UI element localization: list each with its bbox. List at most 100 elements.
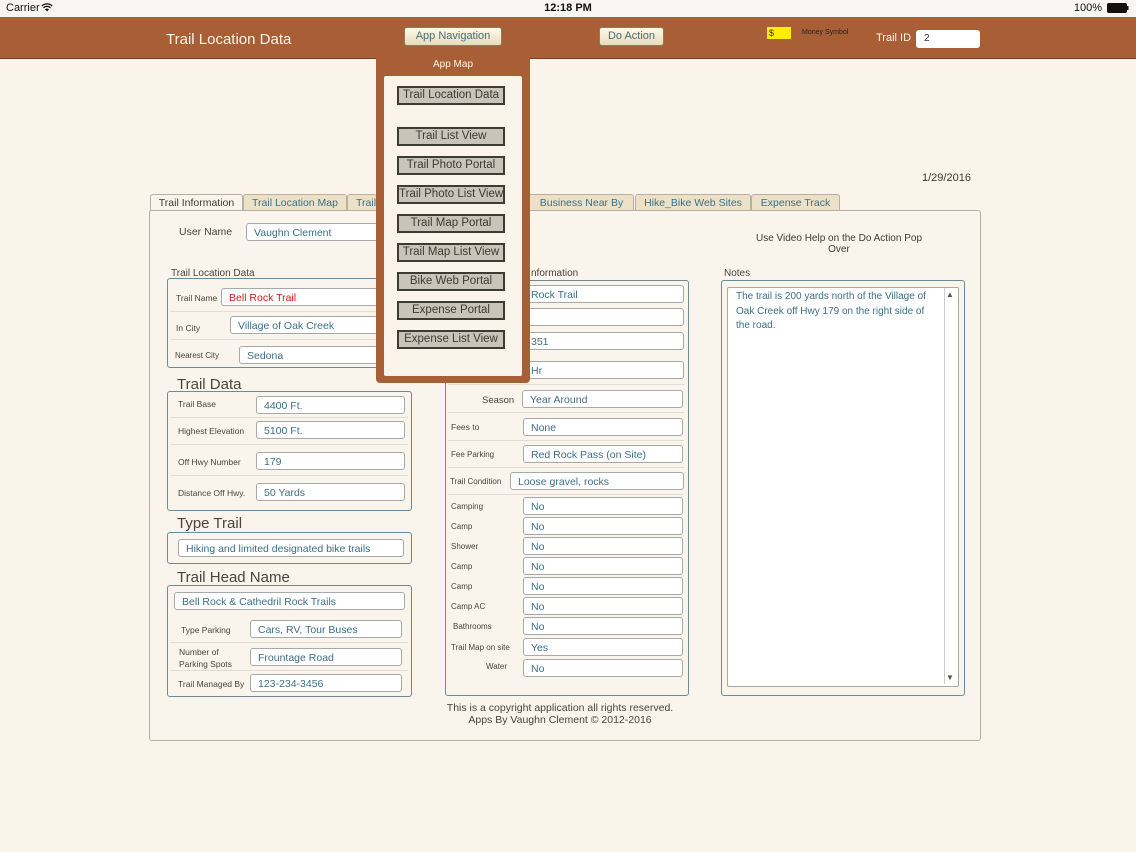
shower-field[interactable]: No: [523, 537, 683, 555]
fees-to-field[interactable]: None: [523, 418, 683, 436]
scroll-down-icon[interactable]: ▼: [946, 673, 954, 682]
trail-name-label: Trail Name: [176, 293, 218, 303]
nav-expense-portal-button[interactable]: Expense Portal: [397, 301, 505, 320]
clock: 12:18 PM: [544, 2, 592, 14]
copyright-text: This is a copyright application all righ…: [440, 702, 680, 726]
app-navigation-button[interactable]: App Navigation: [404, 27, 502, 46]
divider: [448, 467, 684, 468]
camp-field-2[interactable]: No: [523, 557, 683, 575]
distance-off-hwy-field[interactable]: 50 Yards: [256, 483, 405, 501]
divider: [448, 412, 684, 413]
off-hwy-number-field[interactable]: 179: [256, 452, 405, 470]
trail-managed-by-field[interactable]: 123-234-3456: [250, 674, 402, 692]
type-parking-label: Type Parking: [181, 625, 231, 635]
info-field-2[interactable]: [523, 308, 684, 326]
tab-trail[interactable]: Trail: [347, 194, 377, 210]
off-hwy-number-label: Off Hwy Number: [178, 457, 241, 467]
do-action-button[interactable]: Do Action: [599, 27, 664, 46]
nearest-city-field[interactable]: Sedona: [239, 346, 381, 364]
scroll-up-icon[interactable]: ▲: [946, 290, 954, 299]
info-field-1[interactable]: Rock Trail: [523, 285, 684, 303]
divider: [170, 444, 408, 445]
trail-id-field[interactable]: 2: [916, 30, 980, 48]
nav-expense-list-view-button[interactable]: Expense List View: [397, 330, 505, 349]
info-field-4[interactable]: Hr: [523, 361, 684, 379]
fees-to-label: Fees to: [451, 422, 480, 432]
nav-trail-photo-list-view-button[interactable]: Trail Photo List View: [397, 185, 505, 204]
divider: [170, 670, 408, 671]
page-title: Trail Location Data: [166, 31, 292, 48]
camp-label-2: Camp: [451, 562, 473, 571]
date-label: 1/29/2016: [922, 172, 971, 184]
trail-base-field[interactable]: 4400 Ft.: [256, 396, 405, 414]
type-trail-field[interactable]: Hiking and limited designated bike trail…: [178, 539, 404, 557]
tab-business-near-by[interactable]: Business Near By: [530, 194, 634, 211]
information-section-label: nformation: [531, 268, 579, 279]
camp-field-1[interactable]: No: [523, 517, 683, 535]
camp-field-3[interactable]: No: [523, 577, 683, 595]
parking-spots-label-2: Parking Spots: [179, 659, 232, 669]
bathrooms-label: Bathrooms: [453, 622, 492, 631]
copyright-line-2: Apps By Vaughn Clement © 2012-2016: [468, 714, 652, 726]
nav-trail-map-list-view-button[interactable]: Trail Map List View: [397, 243, 505, 262]
nav-trail-photo-portal-button[interactable]: Trail Photo Portal: [397, 156, 505, 175]
trail-map-on-site-label: Trail Map on site: [451, 643, 510, 652]
nav-trail-location-data-button[interactable]: Trail Location Data: [397, 86, 505, 105]
camp-label-3: Camp: [451, 582, 473, 591]
notes-text: The trail is 200 yards north of the Vill…: [736, 291, 926, 331]
trail-map-on-site-field[interactable]: Yes: [523, 638, 683, 656]
trail-base-label: Trail Base: [178, 399, 216, 409]
tab-trail-location-map[interactable]: Trail Location Map: [243, 194, 347, 211]
info-field-3[interactable]: 351: [523, 332, 684, 350]
money-symbol-field[interactable]: $: [767, 27, 791, 39]
divider: [170, 475, 408, 476]
user-name-field[interactable]: Vaughn Clement: [246, 223, 386, 241]
camping-label: Camping: [451, 502, 484, 511]
notes-scrollbar[interactable]: [944, 288, 957, 684]
app-map-title: App Map: [432, 59, 474, 70]
notes-label: Notes: [724, 268, 751, 279]
battery-icon: [1107, 3, 1129, 13]
season-label: Season: [482, 395, 515, 406]
parking-spots-label-1: Number of: [179, 647, 219, 657]
trail-condition-field[interactable]: Loose gravel, rocks: [510, 472, 684, 490]
tab-hike-bike-web-sites[interactable]: Hike_Bike Web Sites: [635, 194, 751, 211]
divider: [448, 494, 684, 495]
parking-spots-field[interactable]: Frountage Road: [250, 648, 402, 666]
trail-managed-by-label: Trail Managed By: [178, 679, 245, 689]
divider: [170, 311, 380, 312]
divider: [448, 440, 684, 441]
fee-parking-field[interactable]: Red Rock Pass (on Site): [523, 445, 683, 463]
user-name-label: User Name: [179, 226, 233, 238]
season-field[interactable]: Year Around: [522, 390, 683, 408]
trail-condition-label: Trail Condition: [450, 477, 502, 486]
highest-elevation-field[interactable]: 5100 Ft.: [256, 421, 405, 439]
money-symbol-label: Money Symbol: [802, 29, 849, 36]
distance-off-hwy-label: Distance Off Hwy.: [178, 488, 246, 498]
camp-ac-field[interactable]: No: [523, 597, 683, 615]
nearest-city-label: Nearest City: [175, 351, 220, 360]
water-label: Water: [486, 662, 508, 671]
bathrooms-field[interactable]: No: [523, 617, 683, 635]
divider: [170, 642, 408, 643]
nav-trail-map-portal-button[interactable]: Trail Map Portal: [397, 214, 505, 233]
nav-trail-list-view-button[interactable]: Trail List View: [397, 127, 505, 146]
notes-textarea[interactable]: The trail is 200 yards north of the Vill…: [727, 287, 959, 687]
shower-label: Shower: [451, 542, 479, 551]
in-city-field[interactable]: Village of Oak Creek: [230, 316, 381, 334]
tab-expense-track[interactable]: Expense Track: [751, 194, 840, 211]
fee-parking-label: Fee Parking: [451, 450, 495, 459]
water-field[interactable]: No: [523, 659, 683, 677]
divider: [170, 339, 380, 340]
camp-ac-label: Camp AC: [451, 602, 486, 611]
trail-id-label: Trail ID: [876, 32, 912, 44]
video-help-text: Use Video Help on the Do Action Pop Over: [755, 233, 923, 255]
divider: [448, 384, 684, 385]
trail-head-name-field[interactable]: Bell Rock & Cathedril Rock Trails: [174, 592, 405, 610]
type-parking-field[interactable]: Cars, RV, Tour Buses: [250, 620, 402, 638]
nav-bike-web-portal-button[interactable]: Bike Web Portal: [397, 272, 505, 291]
camping-field[interactable]: No: [523, 497, 683, 515]
camp-label-1: Camp: [451, 522, 473, 531]
trail-name-field[interactable]: Bell Rock Trail: [221, 288, 381, 306]
type-trail-heading: Type Trail: [177, 515, 243, 532]
